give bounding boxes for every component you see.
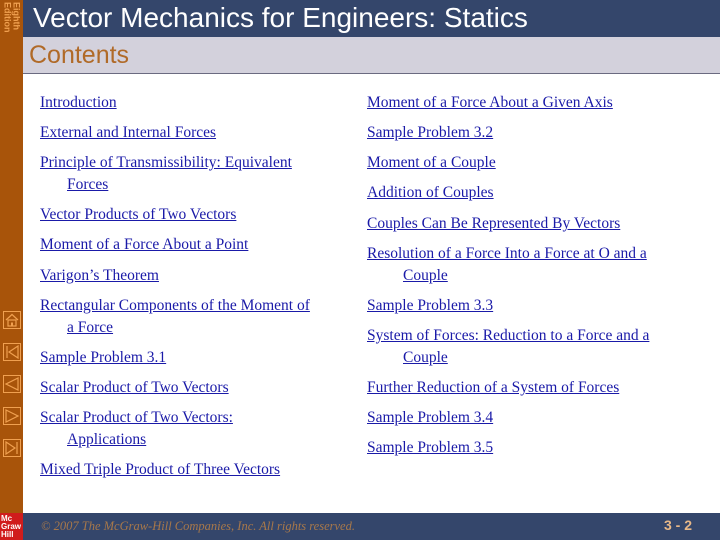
edition-line2: Edition	[2, 2, 13, 33]
toc-link-text-cont: Forces	[67, 176, 109, 193]
toc-link[interactable]: Moment of a Force About a Given Axis	[367, 92, 613, 114]
toc-link[interactable]: Mixed Triple Product of Three Vectors	[40, 459, 280, 481]
toc-link-text: Scalar Product of Two Vectors:	[40, 409, 233, 426]
toc-link-text: Principle of Transmissibility: Equivalen…	[40, 154, 292, 171]
last-slide-icon	[5, 440, 18, 456]
toc-link-text: Introduction	[40, 94, 117, 111]
toc-link-text: Sample Problem 3.5	[367, 439, 494, 456]
toc-link[interactable]: Sample Problem 3.4	[367, 407, 493, 429]
toc-link-text: Mixed Triple Product of Three Vectors	[40, 461, 281, 478]
toc-link[interactable]: Sample Problem 3.2	[367, 122, 493, 144]
toc-link-text: Moment of a Couple	[367, 154, 496, 171]
toc-link-text-cont: Applications	[67, 431, 147, 448]
toc-link-text: Moment of a Force About a Point	[40, 236, 249, 253]
toc-link[interactable]: Sample Problem 3.5	[367, 437, 493, 459]
toc-link-text: Sample Problem 3.4	[367, 409, 494, 426]
home-button[interactable]	[3, 311, 21, 329]
toc-link-text: Sample Problem 3.1	[40, 349, 167, 366]
first-slide-icon	[6, 344, 19, 360]
page-number: 3 - 2	[663, 517, 692, 533]
toc-link-text: External and Internal Forces	[40, 124, 217, 141]
toc-link[interactable]: System of Forces: Reduction to a Force a…	[367, 325, 649, 369]
toc-link[interactable]: Varigon’s Theorem	[40, 265, 159, 287]
mcgraw-hill-logo: Mc Graw Hill	[0, 513, 23, 540]
toc-link[interactable]: Resolution of a Force Into a Force at O …	[367, 243, 647, 287]
toc-link[interactable]: Vector Products of Two Vectors	[40, 204, 236, 226]
toc-link-text: Sample Problem 3.3	[367, 297, 494, 314]
toc-link-text-cont: Couple	[403, 349, 448, 366]
toc-link-text: Moment of a Force About a Given Axis	[367, 94, 613, 111]
header-bar: Vector Mechanics for Engineers: Statics	[23, 0, 720, 37]
last-slide-button[interactable]	[3, 439, 21, 457]
toc-link-text: Addition of Couples	[367, 184, 494, 201]
toc-link-text: System of Forces: Reduction to a Force a…	[367, 327, 650, 344]
sidebar: Eighth Edition	[0, 0, 23, 513]
toc-link-text-cont: Couple	[403, 267, 448, 284]
edition-label: Eighth Edition	[0, 0, 23, 44]
logo-line3: Hill	[1, 530, 14, 539]
toc-link[interactable]: Sample Problem 3.1	[40, 347, 166, 369]
first-slide-button[interactable]	[3, 343, 21, 361]
toc-link-text: Couples Can Be Represented By Vectors	[367, 215, 621, 232]
subheader-bar: Contents	[23, 37, 720, 74]
previous-slide-icon	[4, 377, 19, 391]
toc-link[interactable]: Addition of Couples	[367, 182, 494, 204]
toc-link[interactable]: External and Internal Forces	[40, 122, 216, 144]
toc-link[interactable]: Moment of a Force About a Point	[40, 234, 248, 256]
home-icon	[5, 313, 19, 327]
toc-link[interactable]: Rectangular Components of the Moment of a…	[40, 295, 310, 339]
toc-link[interactable]: Introduction	[40, 92, 117, 114]
toc-link[interactable]: Scalar Product of Two Vectors: Applicatio…	[40, 407, 233, 451]
toc-link-text: Scalar Product of Two Vectors	[40, 379, 229, 396]
toc-link-text: Vector Products of Two Vectors	[40, 206, 237, 223]
page-title: Vector Mechanics for Engineers: Statics	[33, 2, 528, 33]
toc-link[interactable]: Scalar Product of Two Vectors	[40, 377, 229, 399]
toc-link[interactable]: Couples Can Be Represented By Vectors	[367, 213, 620, 235]
edition-line1: Eighth	[11, 2, 22, 30]
toc-link-text: Varigon’s Theorem	[40, 267, 159, 284]
toc-link-text: Resolution of a Force Into a Force at O …	[367, 245, 647, 262]
previous-slide-button[interactable]	[3, 375, 21, 393]
section-title: Contents	[29, 41, 130, 69]
toc-link-text-cont: a Force	[67, 319, 114, 336]
toc-link[interactable]: Principle of Transmissibility: Equivalen…	[40, 152, 292, 196]
footer-bar: © 2007 The McGraw-Hill Companies, Inc. A…	[23, 513, 720, 540]
toc-link[interactable]: Further Reduction of a System of Forces	[367, 377, 619, 399]
toc-link[interactable]: Moment of a Couple	[367, 152, 496, 174]
copyright-text: © 2007 The McGraw-Hill Companies, Inc. A…	[41, 519, 355, 533]
toc-link[interactable]: Sample Problem 3.3	[367, 295, 493, 317]
next-slide-icon	[5, 409, 20, 423]
toc-link-text: Rectangular Components of the Moment of	[40, 297, 310, 314]
toc-link-text: Sample Problem 3.2	[367, 124, 494, 141]
next-slide-button[interactable]	[3, 407, 21, 425]
toc-link-text: Further Reduction of a System of Forces	[367, 379, 620, 396]
